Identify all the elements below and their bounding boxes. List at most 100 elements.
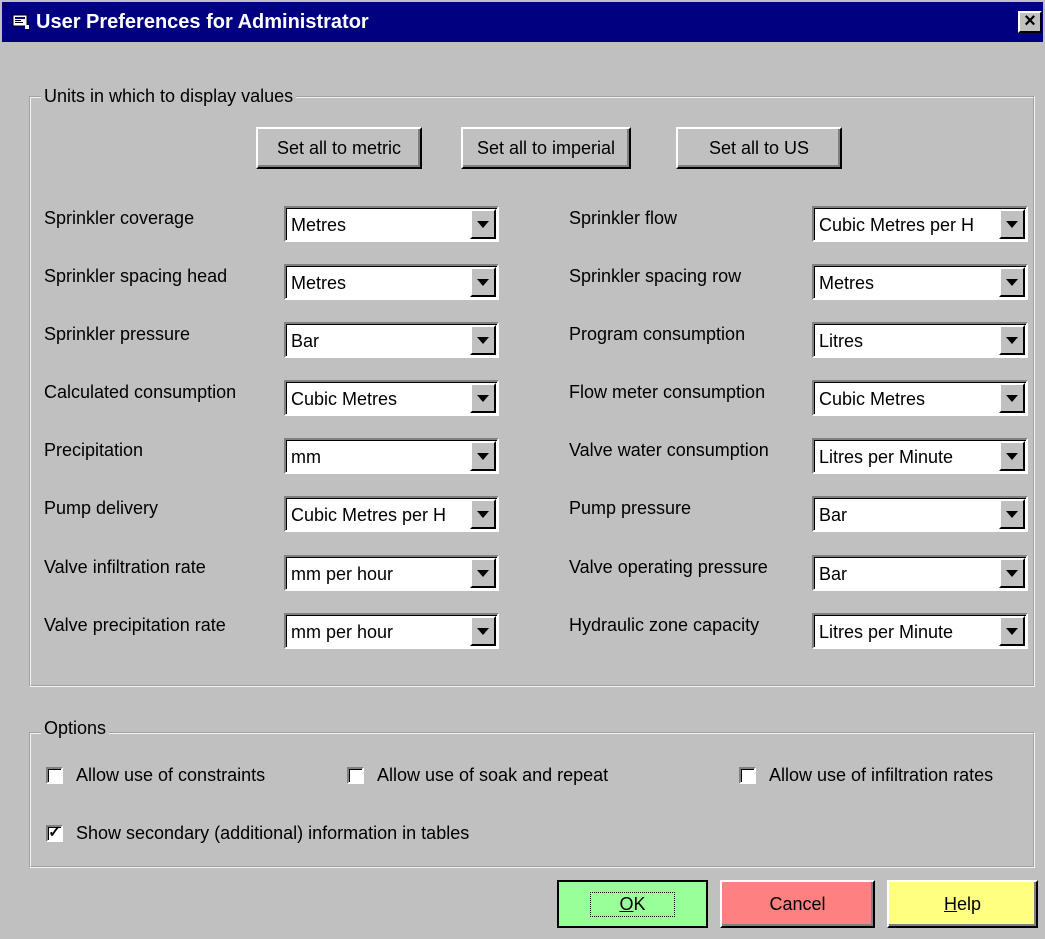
dropdown-triangle-icon: [477, 394, 489, 402]
dropdown-triangle-icon: [1006, 394, 1018, 402]
sprinkler-spacing-head-value: Metres: [291, 273, 347, 293]
precipitation-label: Precipitation: [44, 440, 144, 460]
valve-precipitation-rate-value: mm per hour: [291, 622, 394, 642]
dropdown-triangle-icon: [1006, 278, 1018, 286]
sprinkler-coverage-value: Metres: [291, 215, 347, 235]
soak-repeat-checkbox[interactable]: [347, 767, 364, 784]
valve-infiltration-rate-label: Valve infiltration rate: [44, 557, 206, 577]
help-accelerator: H: [943, 893, 957, 914]
dropdown-triangle-icon: [1006, 627, 1018, 635]
options-group-legend: Options: [41, 718, 110, 738]
constraints-checkbox-label[interactable]: Allow use of constraints: [76, 764, 265, 786]
precipitation-select[interactable]: mm: [284, 438, 499, 474]
dropdown-triangle-icon: [1006, 452, 1018, 460]
dropdown-triangle-icon: [477, 569, 489, 577]
chevron-down-icon[interactable]: [470, 616, 496, 646]
chevron-down-icon[interactable]: [470, 325, 496, 355]
sprinkler-spacing-row-select[interactable]: Metres: [812, 264, 1028, 300]
soak-repeat-checkbox-label[interactable]: Allow use of soak and repeat: [377, 764, 608, 786]
sprinkler-pressure-label: Sprinkler pressure: [44, 324, 191, 344]
constraints-checkbox[interactable]: [46, 767, 63, 784]
sprinkler-spacing-row-label: Sprinkler spacing row: [569, 266, 742, 286]
dropdown-triangle-icon: [477, 336, 489, 344]
set-all-imperial-button[interactable]: Set all to imperial: [461, 127, 631, 169]
dropdown-triangle-icon: [1006, 510, 1018, 518]
ok-accelerator: O: [619, 893, 634, 914]
sprinkler-coverage-select[interactable]: Metres: [284, 206, 499, 242]
sprinkler-pressure-select[interactable]: Bar: [284, 322, 499, 358]
pump-delivery-value: Cubic Metres per H: [291, 505, 447, 525]
chevron-down-icon[interactable]: [999, 325, 1025, 355]
chevron-down-icon[interactable]: [999, 558, 1025, 588]
dropdown-triangle-icon: [477, 627, 489, 635]
sprinkler-spacing-head-label: Sprinkler spacing head: [44, 266, 228, 286]
ok-button[interactable]: OK: [557, 880, 708, 928]
pump-delivery-select[interactable]: Cubic Metres per H: [284, 496, 499, 532]
valve-infiltration-rate-select[interactable]: mm per hour: [284, 555, 499, 591]
units-group-legend: Units in which to display values: [41, 86, 297, 106]
dropdown-triangle-icon: [477, 220, 489, 228]
sprinkler-spacing-row-value: Metres: [819, 273, 875, 293]
pump-pressure-select[interactable]: Bar: [812, 496, 1028, 532]
flow-meter-consumption-select[interactable]: Cubic Metres: [812, 380, 1028, 416]
preferences-dialog: User Preferences for Administrator × Uni…: [0, 0, 1045, 939]
valve-water-consumption-value: Litres per Minute: [819, 447, 954, 467]
sprinkler-pressure-value: Bar: [291, 331, 320, 351]
chevron-down-icon[interactable]: [999, 267, 1025, 297]
sprinkler-flow-label: Sprinkler flow: [569, 208, 678, 228]
chevron-down-icon[interactable]: [470, 267, 496, 297]
options-group: [29, 732, 1035, 868]
chevron-down-icon[interactable]: [999, 499, 1025, 529]
valve-operating-pressure-select[interactable]: Bar: [812, 555, 1028, 591]
program-consumption-value: Litres: [819, 331, 864, 351]
chevron-down-icon[interactable]: [999, 209, 1025, 239]
set-all-metric-button[interactable]: Set all to metric: [256, 127, 422, 169]
chevron-down-icon[interactable]: [470, 441, 496, 471]
close-button[interactable]: ×: [1018, 11, 1042, 33]
chevron-down-icon[interactable]: [999, 441, 1025, 471]
chevron-down-icon[interactable]: [470, 209, 496, 239]
valve-infiltration-rate-value: mm per hour: [291, 564, 394, 584]
set-all-us-button[interactable]: Set all to US: [676, 127, 842, 169]
infiltration-rates-checkbox[interactable]: [739, 767, 756, 784]
dropdown-triangle-icon: [477, 510, 489, 518]
app-icon: [12, 14, 29, 29]
secondary-info-checkbox-label[interactable]: Show secondary (additional) information …: [76, 822, 469, 844]
dropdown-triangle-icon: [477, 278, 489, 286]
calculated-consumption-value: Cubic Metres: [291, 389, 398, 409]
calculated-consumption-select[interactable]: Cubic Metres: [284, 380, 499, 416]
sprinkler-coverage-label: Sprinkler coverage: [44, 208, 195, 228]
sprinkler-flow-select[interactable]: Cubic Metres per H: [812, 206, 1028, 242]
dropdown-triangle-icon: [1006, 336, 1018, 344]
chevron-down-icon[interactable]: [470, 383, 496, 413]
chevron-down-icon[interactable]: [999, 383, 1025, 413]
valve-precipitation-rate-select[interactable]: mm per hour: [284, 613, 499, 649]
flow-meter-consumption-label: Flow meter consumption: [569, 382, 766, 402]
dropdown-triangle-icon: [1006, 569, 1018, 577]
cancel-button[interactable]: Cancel: [720, 880, 875, 928]
hydraulic-zone-capacity-label: Hydraulic zone capacity: [569, 615, 760, 635]
infiltration-rates-checkbox-label[interactable]: Allow use of infiltration rates: [769, 764, 993, 786]
sprinkler-spacing-head-select[interactable]: Metres: [284, 264, 499, 300]
pump-pressure-value: Bar: [819, 505, 848, 525]
help-button[interactable]: Help: [887, 880, 1038, 928]
precipitation-value: mm: [291, 447, 321, 467]
ok-label: K: [633, 893, 646, 914]
valve-water-consumption-select[interactable]: Litres per Minute: [812, 438, 1028, 474]
dropdown-triangle-icon: [477, 452, 489, 460]
hydraulic-zone-capacity-select[interactable]: Litres per Minute: [812, 613, 1028, 649]
secondary-info-checkbox[interactable]: ✓: [46, 825, 63, 842]
flow-meter-consumption-value: Cubic Metres: [819, 389, 926, 409]
dropdown-triangle-icon: [1006, 220, 1018, 228]
program-consumption-select[interactable]: Litres: [812, 322, 1028, 358]
checkmark-icon: ✓: [48, 824, 61, 841]
chevron-down-icon[interactable]: [999, 616, 1025, 646]
valve-operating-pressure-label: Valve operating pressure: [569, 557, 768, 577]
valve-water-consumption-label: Valve water consumption: [569, 440, 769, 460]
chevron-down-icon[interactable]: [470, 558, 496, 588]
hydraulic-zone-capacity-value: Litres per Minute: [819, 622, 954, 642]
chevron-down-icon[interactable]: [470, 499, 496, 529]
valve-precipitation-rate-label: Valve precipitation rate: [44, 615, 226, 635]
title-bar[interactable]: User Preferences for Administrator ×: [2, 2, 1043, 42]
sprinkler-flow-value: Cubic Metres per H: [819, 215, 975, 235]
